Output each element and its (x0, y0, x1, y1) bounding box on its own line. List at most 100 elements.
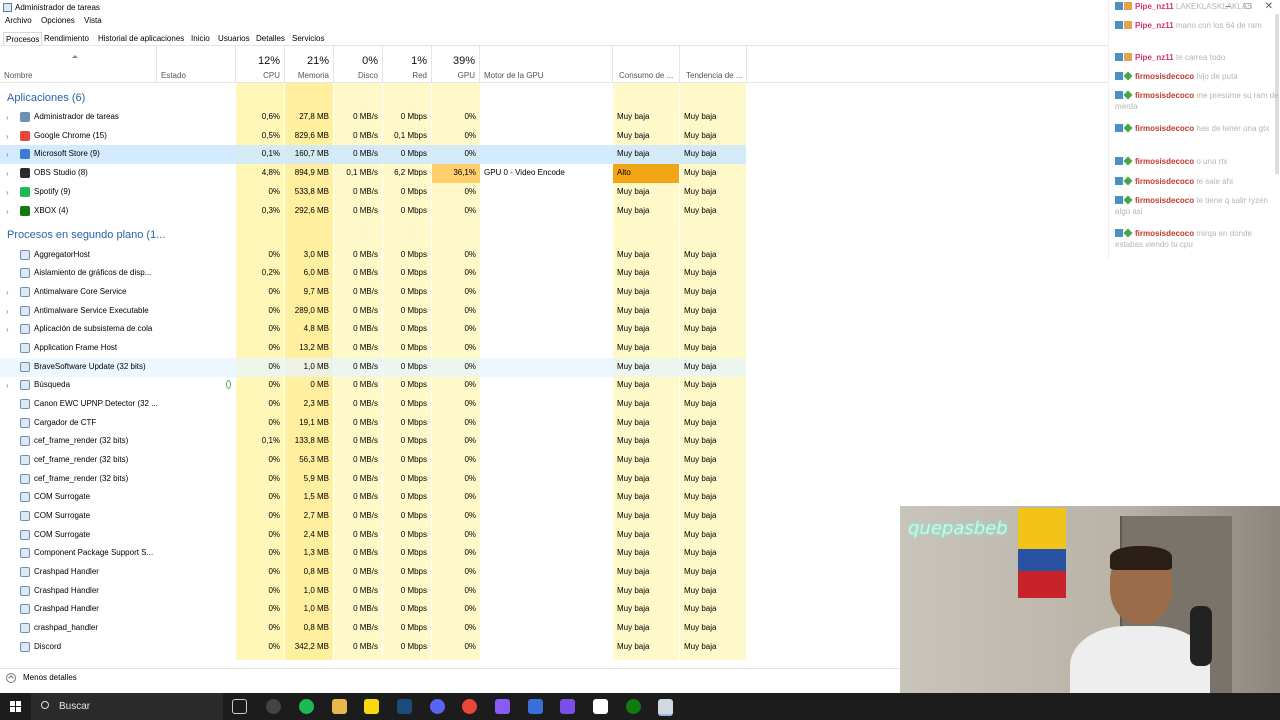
process-name: AggregatorHost (34, 249, 91, 259)
chat-username[interactable]: firmosisdecoco (1135, 72, 1194, 81)
windows-start-icon[interactable] (10, 701, 22, 713)
col-gpu[interactable]: 39% GPU (432, 46, 480, 82)
col-disco[interactable]: 0% Disco (334, 46, 383, 82)
process-row[interactable]: › Microsoft Store (9) 0,1% 160,7 MB 0 MB/s 0 … (0, 145, 746, 165)
chat-username[interactable]: firmosisdecoco (1135, 229, 1194, 238)
group-background-header[interactable]: Procesos en segundo plano (1... (7, 229, 165, 241)
cell-power-trend: Muy baja (684, 305, 717, 315)
expand-chevron-icon[interactable]: › (6, 288, 9, 297)
process-row[interactable]: Crashpad Handler 0% 1,0 MB 0 MB/s 0 Mbps 0% Mu… (0, 582, 746, 601)
cell-cpu: 0,2% (261, 268, 280, 278)
expand-chevron-icon[interactable]: › (6, 381, 9, 390)
tab-usuarios[interactable]: Usuarios (216, 32, 252, 45)
discord-taskbar-icon[interactable] (430, 699, 445, 714)
vpn-shield-icon[interactable] (528, 699, 543, 714)
tab-inicio[interactable]: Inicio (189, 32, 212, 45)
expand-chevron-icon[interactable]: › (6, 169, 9, 178)
menu-opciones[interactable]: Opciones (41, 16, 75, 25)
subscriber-badge-icon (1123, 156, 1133, 166)
group-apps-header[interactable]: Aplicaciones (6) (7, 92, 85, 104)
process-row[interactable]: › XBOX (4) 0,3% 292,6 MB 0 MB/s 0 Mbps 0% Muy b… (0, 202, 746, 221)
process-row[interactable]: Discord 0% 342,2 MB 0 MB/s 0 Mbps 0% Muy baja M… (0, 638, 746, 657)
process-row[interactable]: › Antimalware Core Service 0% 9,7 MB 0 MB/s 0… (0, 283, 746, 302)
steam-icon[interactable] (397, 699, 412, 714)
expand-chevron-icon[interactable]: › (6, 325, 9, 334)
expand-chevron-icon[interactable]: › (6, 207, 9, 216)
chat-message: firmosisdecoco o una rtx (1115, 156, 1280, 167)
process-row[interactable]: › Aplicación de subsistema de cola 0% 4,8 M… (0, 320, 746, 339)
grid-app-icon[interactable] (560, 699, 575, 714)
spotify-taskbar-icon[interactable] (299, 699, 314, 714)
process-row[interactable]: › Administrador de tareas 0,6% 27,8 MB 0 MB/… (0, 108, 746, 127)
process-row[interactable]: COM Surrogate 0% 2,4 MB 0 MB/s 0 Mbps 0% Muy b… (0, 526, 746, 545)
process-row[interactable]: COM Surrogate 0% 1,5 MB 0 MB/s 0 Mbps 0% Muy b… (0, 488, 746, 507)
tab-detalles[interactable]: Detalles (254, 32, 287, 45)
sticky-notes-icon[interactable] (364, 699, 379, 714)
cell-disk: 0 MB/s (353, 604, 378, 614)
col-tendencia[interactable]: Tendencia de ... (680, 46, 747, 82)
expand-chevron-icon[interactable]: › (6, 132, 9, 141)
process-row[interactable]: cef_frame_render (32 bits) 0,1% 133,8 MB 0 … (0, 432, 746, 451)
expand-chevron-icon[interactable]: › (6, 188, 9, 197)
cell-mem: 1,3 MB (303, 548, 329, 558)
task-manager-taskbar-icon[interactable] (658, 699, 673, 716)
chat-username[interactable]: Pipe_nz11 (1135, 2, 1174, 11)
chat-username[interactable]: firmosisdecoco (1135, 157, 1194, 166)
cell-mem: 2,7 MB (303, 511, 329, 521)
col-motor-gpu[interactable]: Motor de la GPU (480, 46, 613, 82)
process-row[interactable]: Application Frame Host 0% 13,2 MB 0 MB/s 0 M… (0, 339, 746, 358)
process-row[interactable]: › Google Chrome (15) 0,5% 829,6 MB 0 MB/s 0,1… (0, 127, 746, 146)
col-nombre[interactable]: Nombre (0, 46, 157, 82)
menu-vista[interactable]: Vista (84, 16, 102, 25)
tab-rendimiento[interactable]: Rendimiento (42, 32, 91, 45)
obs-taskbar-icon[interactable] (266, 699, 281, 714)
tab-historial[interactable]: Historial de aplicaciones (96, 32, 186, 45)
chat-username[interactable]: firmosisdecoco (1135, 124, 1194, 133)
process-row[interactable]: Aislamiento de gráficos de disp... 0,2% 6,… (0, 264, 746, 283)
chat-username[interactable]: Pipe_nz11 (1135, 53, 1174, 62)
chevron-up-icon[interactable] (6, 673, 16, 683)
process-row[interactable]: BraveSoftware Update (32 bits) 0% 1,0 MB 0 … (0, 357, 746, 377)
tab-servicios[interactable]: Servicios (290, 32, 326, 45)
chat-username[interactable]: Pipe_nz11 (1135, 21, 1174, 30)
process-row[interactable]: crashpad_handler 0% 0,8 MB 0 MB/s 0 Mbps 0% Mu… (0, 619, 746, 638)
fewer-details-link[interactable]: Menos detalles (23, 673, 77, 682)
chat-username[interactable]: firmosisdecoco (1135, 196, 1194, 205)
col-estado[interactable]: Estado (157, 46, 236, 82)
expand-chevron-icon[interactable]: › (6, 113, 9, 122)
taskbar-search[interactable]: Buscar (31, 693, 223, 720)
process-row[interactable]: › OBS Studio (8) 4,8% 894,9 MB 0,1 MB/s 6,2 M… (0, 164, 746, 184)
obsidian-icon[interactable] (495, 699, 510, 714)
expand-chevron-icon[interactable]: › (6, 150, 9, 159)
task-view-icon[interactable] (232, 699, 247, 714)
xbox-taskbar-icon[interactable] (626, 699, 641, 714)
col-red[interactable]: 1% Red (383, 46, 432, 82)
store-taskbar-icon[interactable] (593, 699, 608, 714)
col-disco-label: Disco (357, 71, 378, 80)
process-row[interactable]: › Antimalware Service Executable 0% 289,0 M… (0, 302, 746, 321)
menu-archivo[interactable]: Archivo (5, 16, 32, 25)
col-consumo[interactable]: Consumo de ... (613, 46, 680, 82)
process-row[interactable]: Component Package Support S... 0% 1,3 MB 0 … (0, 544, 746, 563)
chat-username[interactable]: firmosisdecoco (1135, 177, 1194, 186)
col-memoria[interactable]: 21% Memoria (285, 46, 334, 82)
process-row[interactable]: cef_frame_render (32 bits) 0% 5,9 MB 0 MB/s… (0, 470, 746, 489)
process-row[interactable]: Canon EWC UPNP Detector (32 ... 0% 2,3 MB 0… (0, 395, 746, 414)
chrome-icon (20, 130, 30, 141)
search-icon (41, 701, 49, 709)
process-row[interactable]: › Búsqueda 0% 0 MB 0 MB/s 0 Mbps 0% Muy baja Muy… (0, 376, 746, 395)
process-row[interactable]: cef_frame_render (32 bits) 0% 56,3 MB 0 MB/… (0, 451, 746, 470)
process-row[interactable]: COM Surrogate 0% 2,7 MB 0 MB/s 0 Mbps 0% Muy b… (0, 507, 746, 526)
file-explorer-icon[interactable] (332, 699, 347, 714)
col-cpu[interactable]: 12% CPU (236, 46, 285, 82)
process-row[interactable]: Crashpad Handler 0% 1,0 MB 0 MB/s 0 Mbps 0% Mu… (0, 600, 746, 619)
chrome-taskbar-icon[interactable] (462, 699, 477, 714)
process-row[interactable]: AggregatorHost 0% 3,0 MB 0 MB/s 0 Mbps 0% Muy … (0, 246, 746, 265)
expand-chevron-icon[interactable]: › (6, 307, 9, 316)
process-row[interactable]: Crashpad Handler 0% 0,8 MB 0 MB/s 0 Mbps 0% Mu… (0, 563, 746, 582)
process-row[interactable]: Cargador de CTF 0% 19,1 MB 0 MB/s 0 Mbps 0% Mu… (0, 414, 746, 433)
tab-procesos[interactable]: Procesos (3, 32, 43, 45)
process-row[interactable]: › Spotify (9) 0% 533,8 MB 0 MB/s 0 Mbps 0% Muy … (0, 183, 746, 202)
network-total: 1% (411, 55, 427, 67)
chat-username[interactable]: firmosisdecoco (1135, 91, 1194, 100)
